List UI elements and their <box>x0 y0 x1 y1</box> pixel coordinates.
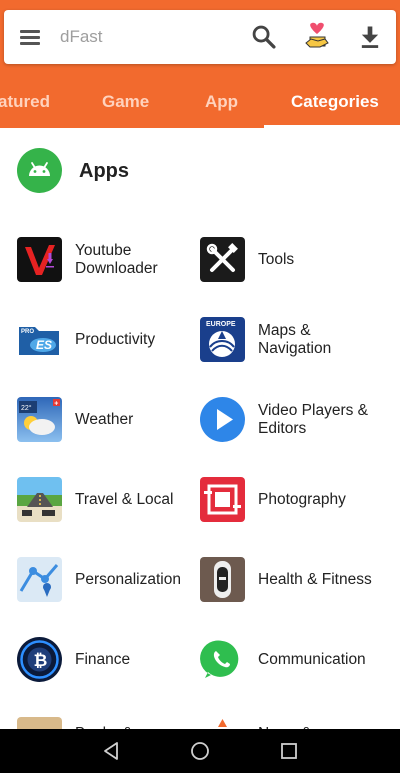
app-bar: dFast atured Game App Categories <box>0 0 400 128</box>
category-productivity[interactable]: PRO ES Productivity <box>0 317 200 377</box>
category-label: Photography <box>258 490 346 508</box>
svg-text:EUROPE: EUROPE <box>206 321 236 328</box>
recents-icon[interactable] <box>277 739 301 763</box>
search-icon[interactable] <box>250 23 278 51</box>
category-weather[interactable]: 22° + Weather <box>0 397 200 457</box>
category-personalization[interactable]: Personalization <box>0 557 200 617</box>
category-health-fitness[interactable]: Health & Fitness <box>183 557 383 617</box>
search-input[interactable]: dFast <box>60 27 103 47</box>
svg-text:₿: ₿ <box>34 651 48 670</box>
gift-heart-icon[interactable] <box>302 21 332 51</box>
category-tabs: atured Game App Categories <box>0 76 400 128</box>
tab-featured[interactable]: atured <box>0 92 50 112</box>
photography-icon <box>200 477 245 522</box>
back-icon[interactable] <box>100 739 124 763</box>
category-youtube-downloader[interactable]: Youtube Downloader <box>0 237 200 297</box>
search-bar[interactable]: dFast <box>4 10 396 64</box>
category-tools[interactable]: Tools <box>183 237 383 297</box>
health-fitness-icon <box>200 557 245 602</box>
play-icon <box>200 397 245 442</box>
whatsapp-icon <box>200 637 245 682</box>
category-finance[interactable]: ₿ Finance <box>0 637 200 697</box>
category-label: Health & Fitness <box>258 570 372 588</box>
menu-icon[interactable] <box>18 26 42 48</box>
personalization-icon <box>17 557 62 602</box>
svg-text:22°: 22° <box>21 404 32 412</box>
section-title: Apps <box>79 160 129 182</box>
category-label: Maps & Navigation <box>258 321 332 357</box>
category-label: Personalization <box>75 570 181 588</box>
books-icon <box>17 717 62 729</box>
category-label: Travel & Local <box>75 490 174 508</box>
category-label: Finance <box>75 650 131 668</box>
category-label: Tools <box>258 250 295 268</box>
maps-navigation-icon: EUROPE <box>200 317 245 362</box>
category-photography[interactable]: Photography <box>183 477 383 537</box>
svg-text:PRO: PRO <box>21 329 34 335</box>
category-travel-local[interactable]: Travel & Local <box>0 477 200 537</box>
svg-text:+: + <box>54 400 58 407</box>
category-maps-navigation[interactable]: EUROPE Maps & Navigation <box>183 317 383 377</box>
category-label: Youtube Downloader <box>75 241 158 277</box>
category-label: Productivity <box>75 330 156 348</box>
android-icon <box>17 148 62 193</box>
category-label: Books & <box>75 717 193 729</box>
youtube-downloader-icon <box>17 237 62 282</box>
bitcoin-icon: ₿ <box>17 637 62 682</box>
section-header: Apps <box>0 148 400 194</box>
tab-categories[interactable]: Categories <box>291 92 379 112</box>
category-label: Video Players & Editors <box>258 401 368 437</box>
system-nav-bar <box>0 729 400 773</box>
svg-text:ES: ES <box>36 338 52 352</box>
category-label: Weather <box>75 410 134 428</box>
category-books[interactable]: Books & <box>0 717 200 729</box>
tab-game[interactable]: Game <box>102 92 149 112</box>
category-label: News & <box>258 717 376 729</box>
category-label: Communication <box>258 650 366 668</box>
tab-app[interactable]: App <box>205 92 238 112</box>
news-icon <box>200 717 245 729</box>
download-icon[interactable] <box>356 23 384 51</box>
category-news[interactable]: News & <box>183 717 383 729</box>
category-video-players-editors[interactable]: Video Players & Editors <box>183 397 383 457</box>
home-icon[interactable] <box>188 739 212 763</box>
weather-icon: 22° + <box>17 397 62 442</box>
tools-icon <box>200 237 245 282</box>
categories-list[interactable]: Apps Youtube Downloader Tools PRO ES Pro… <box>0 128 400 729</box>
category-communication[interactable]: Communication <box>183 637 383 697</box>
travel-local-icon <box>17 477 62 522</box>
productivity-icon: PRO ES <box>17 317 62 362</box>
